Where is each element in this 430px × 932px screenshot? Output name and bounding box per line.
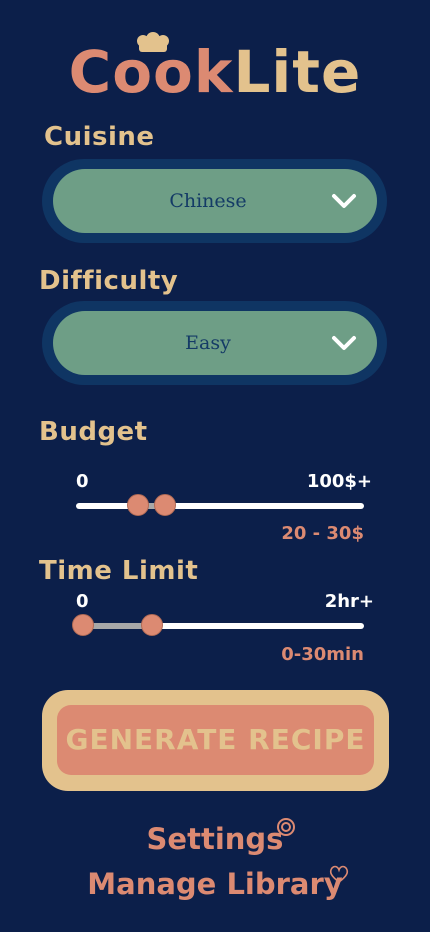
cuisine-select[interactable]: Chinese — [53, 169, 377, 233]
difficulty-select-frame: Easy — [42, 301, 387, 385]
budget-slider-track[interactable] — [76, 494, 364, 516]
budget-max-label: 100$+ — [306, 471, 372, 492]
cuisine-selected-value: Chinese — [169, 190, 247, 212]
budget-min-handle[interactable] — [126, 494, 149, 516]
settings-link-label: Settings — [146, 822, 284, 856]
time-limit-label: Time Limit — [39, 556, 199, 586]
manage-library-link-label: Manage Library — [87, 867, 343, 901]
cuisine-label: Cuisine — [44, 122, 155, 152]
app-logo: CookLite — [0, 28, 430, 108]
cuisine-select-frame: Chinese — [42, 159, 387, 243]
generate-recipe-button[interactable]: GENERATE RECIPE — [42, 690, 389, 791]
budget-min-label: 0 — [76, 471, 89, 492]
manage-library-link[interactable]: Manage Library — [0, 867, 430, 901]
chevron-down-icon — [332, 336, 356, 350]
budget-max-handle[interactable] — [154, 494, 177, 516]
time-limit-min-label: 0 — [76, 591, 89, 612]
generate-recipe-label: GENERATE RECIPE — [57, 705, 374, 775]
difficulty-selected-value: Easy — [185, 332, 231, 354]
heart-icon — [329, 865, 349, 884]
time-limit-max-label: 2hr+ — [324, 591, 374, 612]
budget-range-readout: 20 - 30$ — [281, 523, 364, 544]
budget-label: Budget — [39, 417, 148, 447]
chevron-down-icon — [332, 194, 356, 208]
settings-link[interactable]: Settings — [0, 822, 430, 856]
logo-text: CookLite — [69, 38, 362, 106]
app-screen: CookLite Cuisine Chinese Difficulty Easy… — [0, 0, 430, 932]
settings-icon — [277, 818, 295, 836]
difficulty-label: Difficulty — [39, 266, 179, 296]
difficulty-select[interactable]: Easy — [53, 311, 377, 375]
time-limit-max-handle[interactable] — [140, 614, 163, 636]
time-limit-slider-track[interactable] — [72, 614, 364, 636]
time-limit-min-handle[interactable] — [72, 614, 94, 636]
time-limit-range-readout: 0-30min — [281, 644, 364, 665]
